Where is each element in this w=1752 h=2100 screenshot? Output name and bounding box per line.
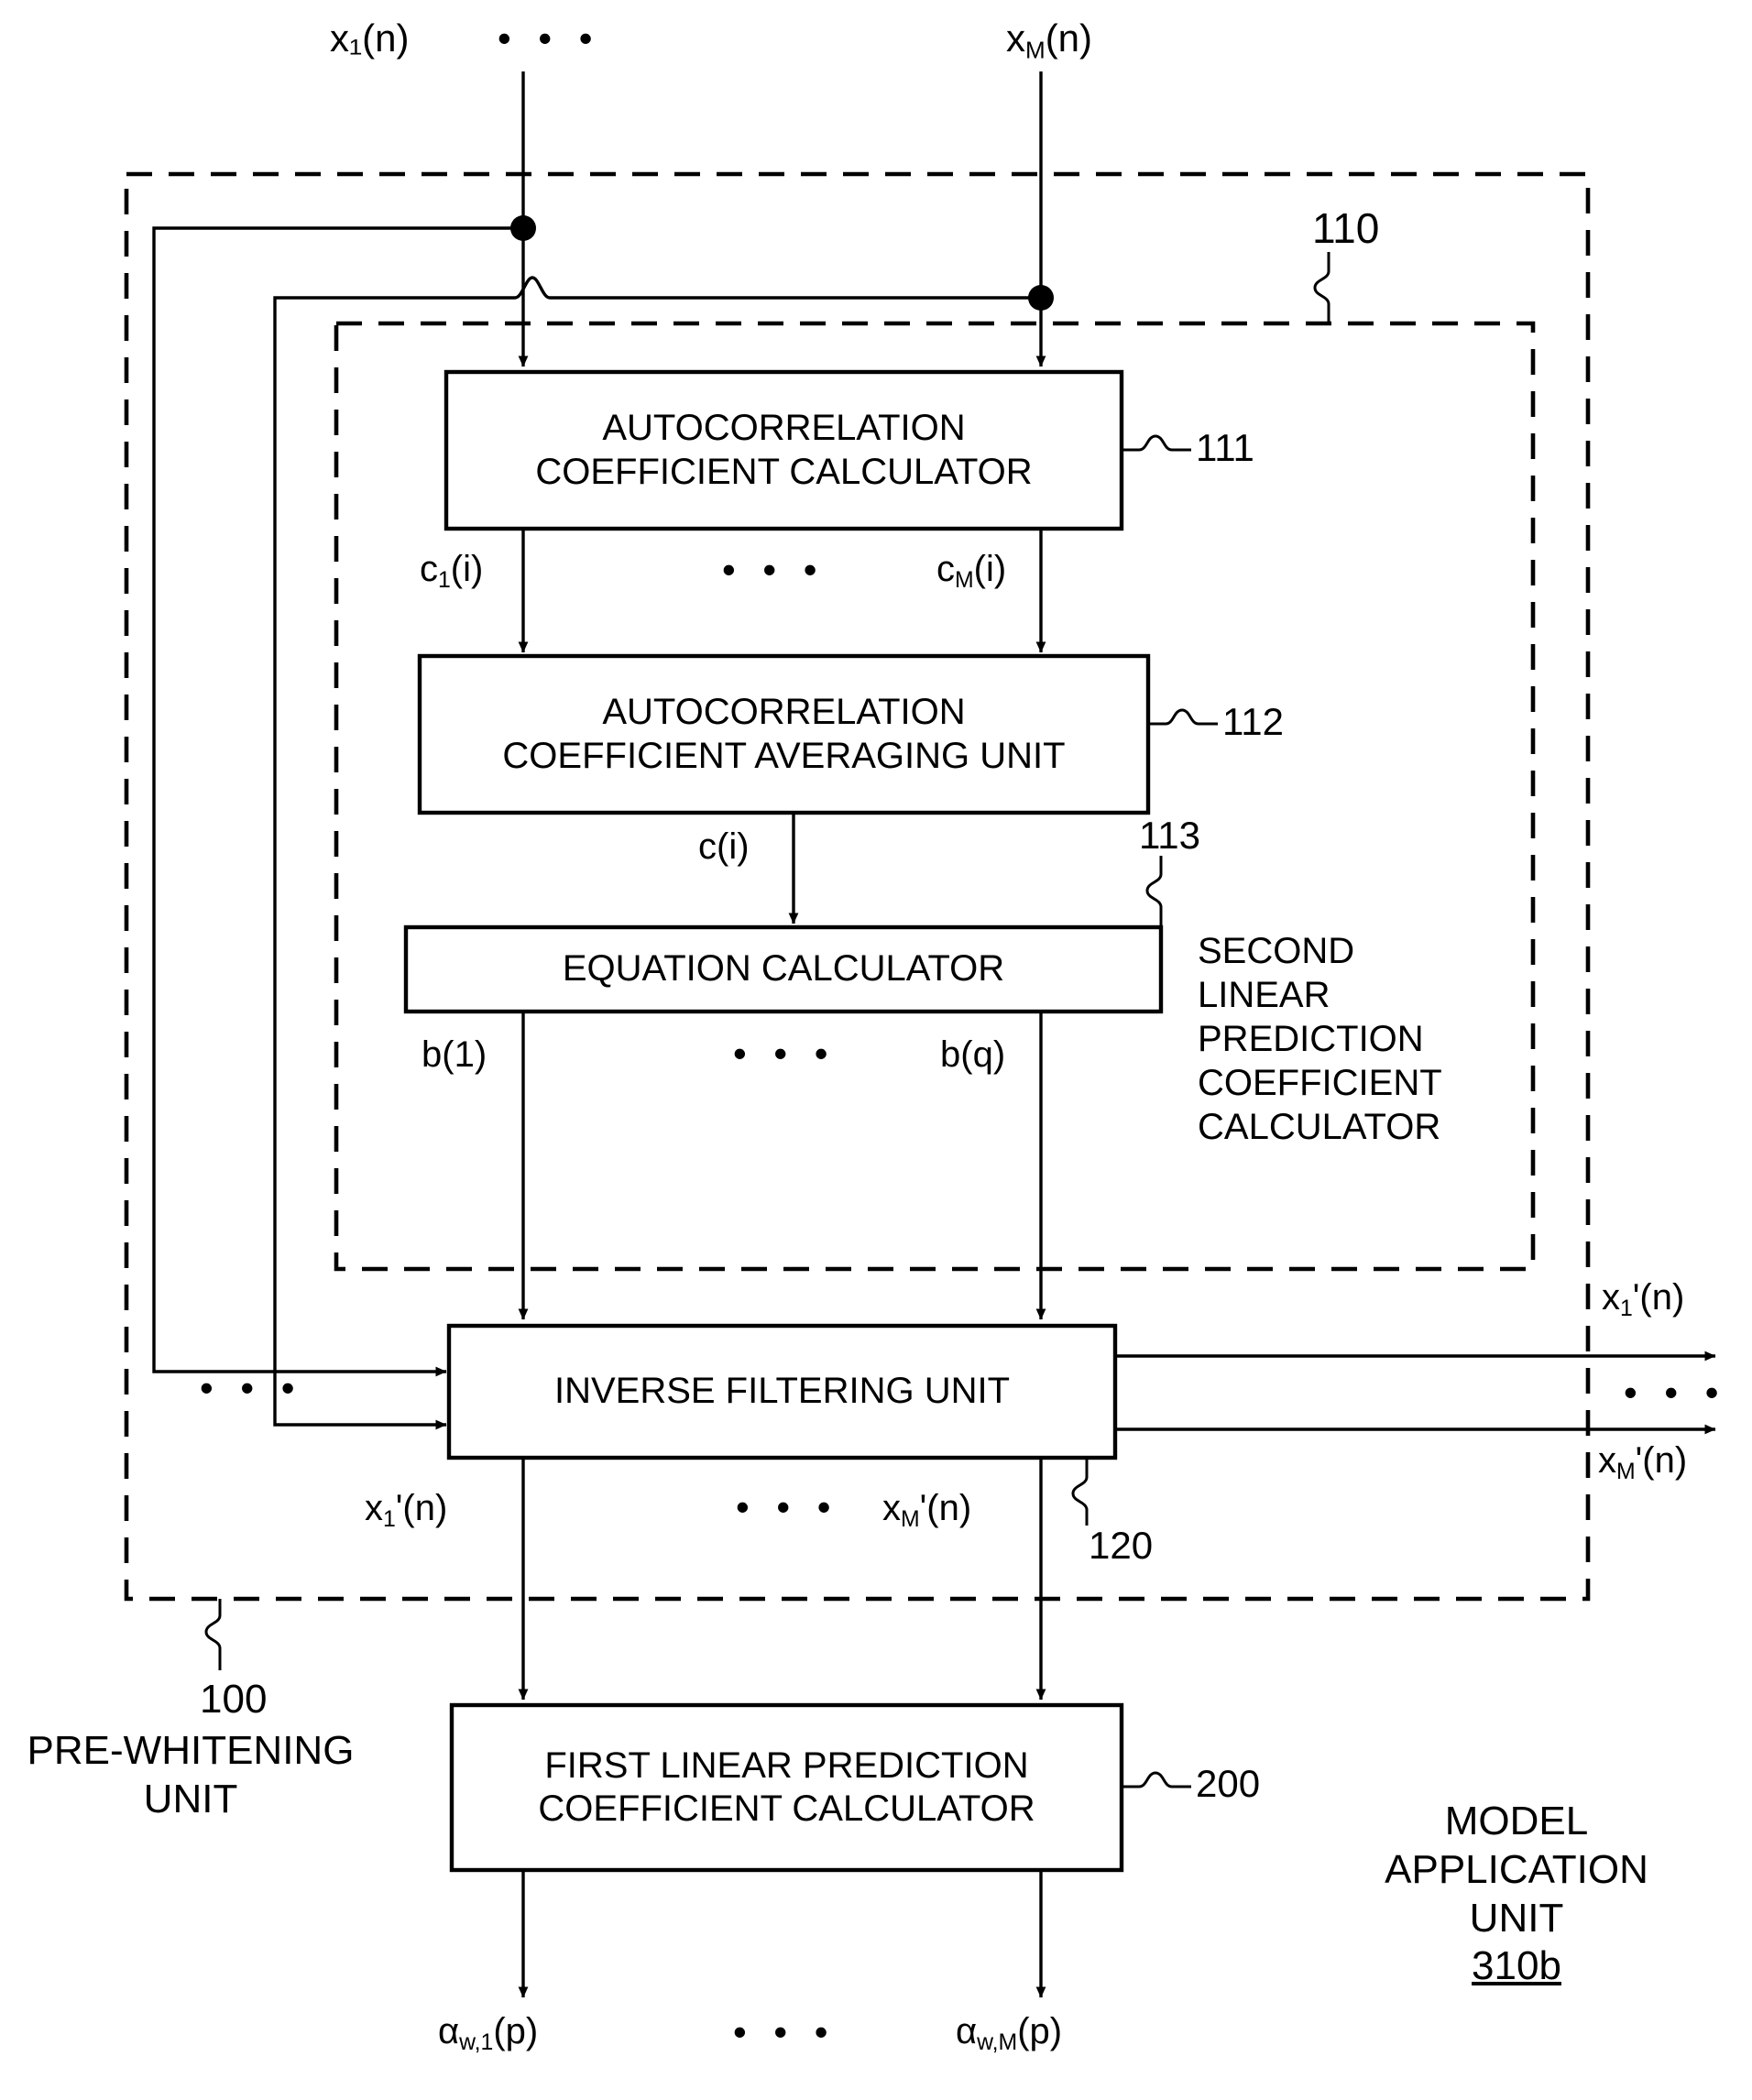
second-lpc-line3: PREDICTION (1198, 1019, 1424, 1059)
ref-110: 110 (1312, 204, 1380, 252)
output-ellipsis-right: • • • (1624, 1371, 1727, 1414)
equation-calculator-label: EQUATION CALCULATOR (406, 927, 1161, 1012)
output-label-alphaM: αw,M(p) (956, 2011, 1063, 2055)
averaging-unit-label: AUTOCORRELATION COEFFICIENT AVERAGING UN… (420, 656, 1148, 813)
pre-whitening-line1: PRE-WHITENING (27, 1728, 355, 1773)
output-label-xM-prime: xM'(n) (1598, 1440, 1688, 1484)
second-lpc-line2: LINEAR (1198, 975, 1330, 1015)
output-label-alpha1: αw,1(p) (438, 2011, 539, 2055)
figure-canvas: x₁(n) • • • xM(n) AUTOCORRELATION COEFFI… (0, 0, 1752, 2100)
model-app-line1: MODEL (1444, 1799, 1589, 1843)
leader-113 (1145, 856, 1163, 927)
signal-label-b1: b(1) (422, 1034, 487, 1075)
leader-111 (1122, 434, 1191, 452)
ref-113: 113 (1139, 814, 1200, 857)
ref-200: 200 (1196, 1762, 1261, 1805)
second-lpc-annotation: SECOND LINEAR PREDICTION COEFFICIENT CAL… (1198, 929, 1442, 1149)
signal-label-cM: cM(i) (936, 549, 1007, 593)
signal-label-x1-prime-below: x1'(n) (365, 1488, 448, 1532)
flpc-line1: FIRST LINEAR PREDICTION (544, 1745, 1029, 1786)
acc-line1: AUTOCORRELATION (602, 408, 966, 449)
inverse-filtering-unit-label: INVERSE FILTERING UNIT (449, 1326, 1115, 1458)
signal-label-c1: c1(i) (420, 549, 484, 593)
leader-120 (1071, 1458, 1089, 1526)
ifu-line1: INVERSE FILTERING UNIT (553, 1371, 1011, 1412)
input-label-x1: x₁(n) (330, 16, 410, 60)
signal-ellipsis-c: • • • (722, 548, 826, 591)
input-x1-text: x₁(n) (330, 16, 410, 60)
second-lpc-line5: CALCULATOR (1198, 1107, 1441, 1147)
pre-whitening-line2: UNIT (143, 1776, 238, 1821)
ref-111: 111 (1196, 426, 1254, 469)
signal-label-xM-prime-below: xM'(n) (882, 1488, 972, 1532)
signal-ellipsis-b: • • • (733, 1032, 837, 1075)
model-app-line3: UNIT (1469, 1895, 1564, 1941)
second-lpc-line1: SECOND (1198, 931, 1355, 971)
leader-200 (1122, 1771, 1191, 1788)
acc-line2: COEFFICIENT CALCULATOR (535, 451, 1033, 492)
second-lpc-line4: COEFFICIENT (1198, 1063, 1442, 1103)
ellipsis-text: • • • (498, 16, 601, 60)
model-application-annotation: MODEL APPLICATION UNIT 310b (1333, 1798, 1700, 1991)
ref-100: 100 (200, 1677, 268, 1722)
pre-whitening-annotation: PRE-WHITENING UNIT (16, 1727, 365, 1824)
signal-label-bq: b(q) (940, 1034, 1006, 1075)
signal-ellipsis-below-ifu: • • • (736, 1485, 839, 1528)
output-ellipsis-bottom: • • • (733, 2010, 837, 2053)
autocorrelation-calculator-label: AUTOCORRELATION COEFFICIENT CALCULATOR (446, 372, 1122, 529)
avg-line2: COEFFICIENT AVERAGING UNIT (502, 735, 1066, 776)
ref-112: 112 (1222, 700, 1284, 743)
signal-label-c: c(i) (698, 826, 750, 867)
leader-112 (1148, 708, 1218, 726)
leader-110 (1313, 252, 1330, 323)
avg-line1: AUTOCORRELATION (602, 692, 966, 733)
model-app-line2: APPLICATION (1385, 1846, 1648, 1892)
output-label-x1-prime: x1'(n) (1602, 1277, 1685, 1321)
input-ellipsis-top: • • • (498, 16, 601, 60)
leader-100 (204, 1599, 222, 1670)
input-label-xM: xM(n) (1006, 16, 1093, 64)
left-feedback-ellipsis: • • • (200, 1366, 303, 1409)
flpc-line2: COEFFICIENT CALCULATOR (538, 1788, 1035, 1829)
ref-310b: 310b (1472, 1943, 1561, 1989)
first-lpc-calculator-label: FIRST LINEAR PREDICTION COEFFICIENT CALC… (452, 1705, 1122, 1870)
eq-line1: EQUATION CALCULATOR (562, 948, 1005, 990)
ref-120: 120 (1089, 1524, 1154, 1567)
